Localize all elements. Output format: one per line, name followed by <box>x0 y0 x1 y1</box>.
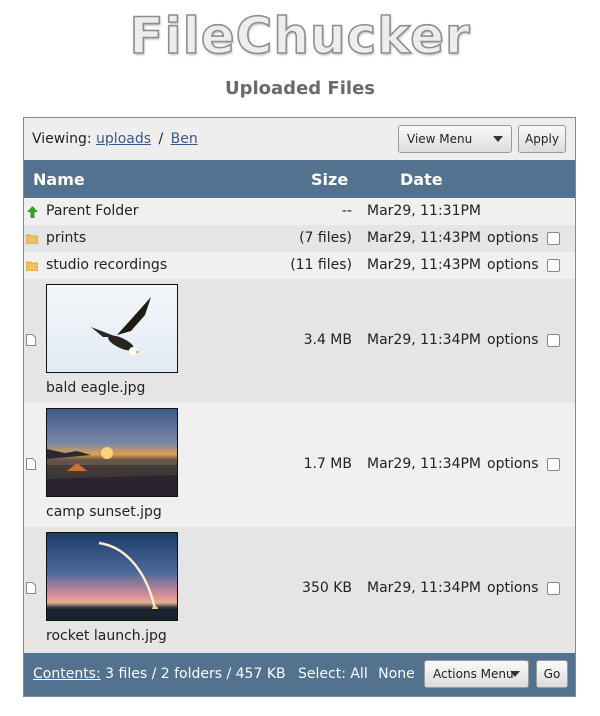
view-menu-label: View Menu <box>407 132 473 146</box>
row-select-checkbox[interactable] <box>547 582 560 595</box>
row-select-checkbox[interactable] <box>547 458 560 471</box>
row-size: 350 KB <box>302 580 352 596</box>
sunset-image <box>47 447 177 496</box>
column-header: Name Size Date <box>24 160 575 198</box>
row-date: Mar29, 11:34PM <box>367 580 481 596</box>
row-date: Mar29, 11:43PM <box>367 257 481 273</box>
row-name[interactable]: camp sunset.jpg <box>46 504 162 520</box>
select-none-link[interactable]: None <box>378 666 415 682</box>
chevron-down-icon <box>510 671 520 677</box>
list-item: prints (7 files) Mar29, 11:43PM options <box>24 225 575 252</box>
file-icon <box>26 334 36 346</box>
column-header-date[interactable]: Date <box>400 170 443 189</box>
contents-summary-text: 3 files / 2 folders / 457 KB <box>105 666 286 682</box>
row-options-link[interactable]: options <box>487 230 539 246</box>
breadcrumb: Viewing: uploads / Ben <box>32 131 198 147</box>
row-select-checkbox[interactable] <box>547 334 560 347</box>
breadcrumb-separator: / <box>158 131 164 147</box>
thumbnail-camp-sunset[interactable] <box>46 408 178 497</box>
contents-link[interactable]: Contents: <box>33 666 101 682</box>
eagle-image <box>91 297 151 355</box>
column-header-name[interactable]: Name <box>33 170 85 189</box>
chevron-down-icon <box>493 136 503 142</box>
row-options-link[interactable]: options <box>487 332 539 348</box>
contents-summary: Contents: 3 files / 2 folders / 457 KB <box>33 666 286 682</box>
row-size: (7 files) <box>299 230 352 246</box>
row-name[interactable]: bald eagle.jpg <box>46 380 145 396</box>
thumbnail-rocket-launch[interactable] <box>46 532 178 621</box>
actions-menu-label: Actions Menu <box>433 667 514 681</box>
row-name[interactable]: prints <box>46 230 86 246</box>
row-date: Mar29, 11:43PM <box>367 230 481 246</box>
file-icon <box>26 458 36 470</box>
row-options-link[interactable]: options <box>487 456 539 472</box>
list-item: rocket launch.jpg 350 KB Mar29, 11:34PM … <box>24 527 575 653</box>
row-size: 1.7 MB <box>303 456 352 472</box>
row-options-link[interactable]: options <box>487 580 539 596</box>
list-item: studio recordings (11 files) Mar29, 11:4… <box>24 252 575 279</box>
breadcrumb-link-uploads[interactable]: uploads <box>96 131 151 147</box>
row-name[interactable]: studio recordings <box>46 257 167 273</box>
row-select-checkbox[interactable] <box>547 232 560 245</box>
up-arrow-icon <box>27 206 38 218</box>
breadcrumb-link-ben[interactable]: Ben <box>171 131 198 147</box>
view-menu-select[interactable]: View Menu <box>398 125 512 153</box>
rocket-image <box>47 541 177 620</box>
file-browser-panel: Viewing: uploads / Ben View Menu Apply N… <box>23 117 576 697</box>
list-item: Parent Folder -- Mar29, 11:31PM <box>24 198 575 225</box>
folder-icon <box>26 261 38 271</box>
row-date: Mar29, 11:34PM <box>367 456 481 472</box>
go-button[interactable]: Go <box>536 660 568 688</box>
apply-button[interactable]: Apply <box>518 125 566 153</box>
folder-icon <box>26 234 38 244</box>
list-item: camp sunset.jpg 1.7 MB Mar29, 11:34PM op… <box>24 403 575 527</box>
select-all-link[interactable]: All <box>350 666 367 682</box>
select-label: Select: <box>298 666 346 682</box>
row-size: 3.4 MB <box>303 332 352 348</box>
row-size: (11 files) <box>290 257 352 273</box>
actions-menu-select[interactable]: Actions Menu <box>424 660 529 688</box>
row-size: -- <box>341 203 352 219</box>
footer-bar: Contents: 3 files / 2 folders / 457 KB S… <box>24 653 575 696</box>
page-title: Uploaded Files <box>225 78 375 99</box>
thumbnail-bald-eagle[interactable] <box>46 284 178 373</box>
row-date: Mar29, 11:31PM <box>367 203 481 219</box>
row-name[interactable]: rocket launch.jpg <box>46 628 167 644</box>
file-icon <box>26 582 36 594</box>
row-date: Mar29, 11:34PM <box>367 332 481 348</box>
column-header-size[interactable]: Size <box>311 170 348 189</box>
row-name[interactable]: Parent Folder <box>46 203 139 219</box>
select-controls: Select: All None <box>298 666 415 682</box>
viewing-label: Viewing: <box>32 131 92 147</box>
viewing-bar: Viewing: uploads / Ben View Menu Apply <box>24 118 575 160</box>
app-logo: FileChucker <box>129 6 471 66</box>
list-item: bald eagle.jpg 3.4 MB Mar29, 11:34PM opt… <box>24 279 575 403</box>
row-select-checkbox[interactable] <box>547 259 560 272</box>
row-options-link[interactable]: options <box>487 257 539 273</box>
